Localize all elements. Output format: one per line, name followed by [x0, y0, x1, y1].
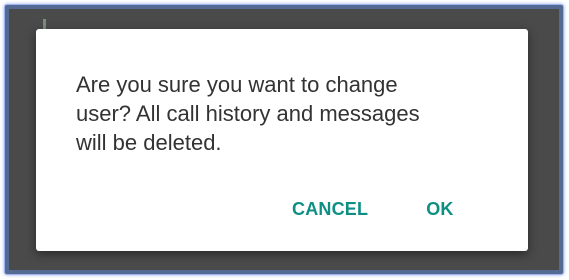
dialog-actions: CANCEL OK [292, 191, 454, 227]
confirmation-dialog: Are you sure you want to change user? Al… [36, 29, 528, 251]
ok-button[interactable]: OK [426, 199, 453, 220]
screenshot-frame: Are you sure you want to change user? Al… [4, 4, 564, 275]
dialog-message: Are you sure you want to change user? Al… [76, 72, 420, 155]
cancel-button[interactable]: CANCEL [292, 199, 368, 220]
